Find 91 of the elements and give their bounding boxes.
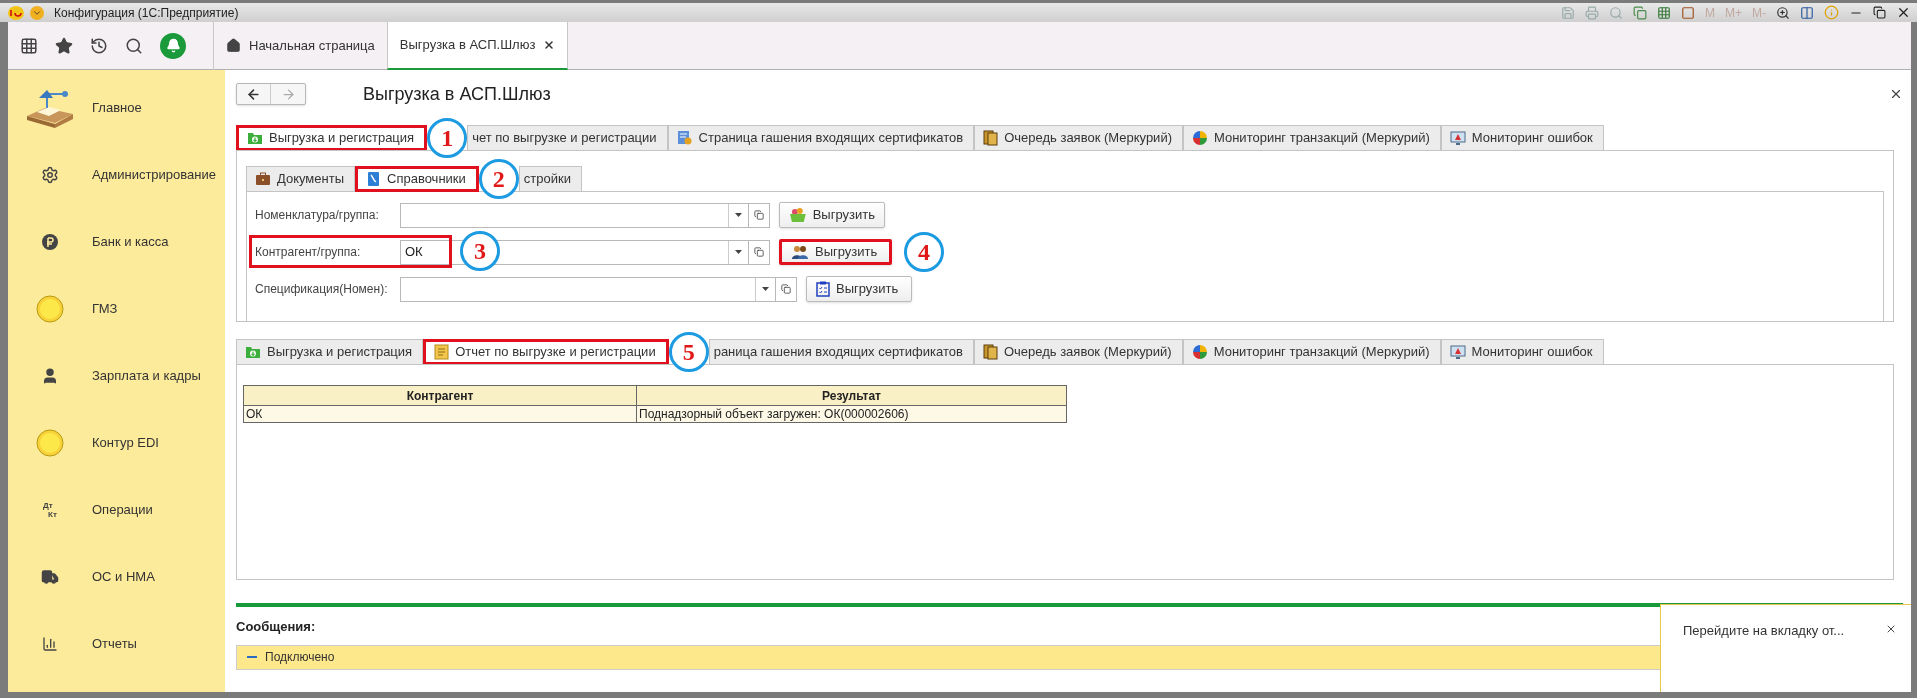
tab[interactable]: Очередь заявок (Меркурий) bbox=[974, 125, 1183, 151]
star-icon[interactable] bbox=[55, 36, 73, 55]
tab[interactable]: Мониторинг транзакций (Меркурий) bbox=[1183, 125, 1441, 151]
menu-button[interactable] bbox=[30, 5, 44, 20]
open-icon[interactable] bbox=[748, 239, 770, 265]
tab[interactable]: Справочники bbox=[355, 166, 479, 192]
close-icon[interactable] bbox=[1896, 5, 1911, 20]
bar-chart-icon bbox=[42, 635, 58, 652]
input-field[interactable] bbox=[400, 202, 749, 228]
book-icon bbox=[366, 171, 381, 187]
debit-credit-icon: Дт bbox=[43, 500, 57, 510]
close-icon[interactable] bbox=[543, 38, 556, 51]
coin-icon bbox=[36, 294, 64, 323]
pie-chart-icon bbox=[1191, 344, 1208, 360]
restore-icon[interactable] bbox=[1873, 6, 1886, 19]
step-number: 4 bbox=[904, 232, 944, 272]
close-icon[interactable] bbox=[1889, 87, 1903, 101]
open-icon[interactable] bbox=[775, 276, 797, 302]
column-header: Контрагент bbox=[243, 385, 637, 406]
tab[interactable]: Отчет по выгрузке и регистрации bbox=[423, 339, 669, 365]
sidebar-item[interactable]: Отчеты bbox=[92, 633, 137, 654]
sidebar-item[interactable]: ГМЗ bbox=[92, 298, 118, 319]
page-tab[interactable]: Выгрузка в АСП.Шлюз bbox=[386, 21, 569, 70]
step-number: 1 bbox=[427, 118, 468, 158]
step-number: 3 bbox=[460, 231, 500, 271]
truck-icon bbox=[41, 567, 59, 586]
input-field[interactable] bbox=[400, 276, 776, 302]
coin-icon bbox=[36, 428, 64, 457]
tab[interactable]: Выгрузка и регистрация bbox=[236, 339, 424, 365]
step-number: 5 bbox=[668, 332, 709, 372]
upload-button[interactable]: Выгрузить bbox=[779, 202, 885, 228]
tab[interactable]: Очередь заявок (Меркурий) bbox=[973, 339, 1183, 365]
sidebar-item[interactable]: Операции bbox=[92, 499, 153, 520]
app-logo-icon bbox=[8, 5, 24, 20]
ledger-icon bbox=[983, 130, 999, 146]
open-icon[interactable] bbox=[748, 202, 770, 228]
page-tab[interactable]: Начальная страница bbox=[213, 21, 387, 70]
sidebar-item[interactable]: Банк и касса bbox=[92, 231, 169, 252]
upload-button[interactable]: Выгрузить bbox=[779, 239, 892, 265]
tab[interactable]: Выгрузка и регистрация bbox=[236, 125, 428, 151]
search-icon[interactable] bbox=[125, 36, 143, 55]
column-header: Результат bbox=[636, 385, 1067, 406]
field-label: Номенклатура/группа: bbox=[255, 207, 380, 224]
messages-title: Сообщения: bbox=[236, 618, 316, 636]
print-icon[interactable] bbox=[1585, 5, 1599, 20]
window-title: Конфигурация (1С:Предприятие) bbox=[54, 4, 239, 22]
people-icon bbox=[791, 244, 809, 260]
arrow-right-icon bbox=[280, 86, 296, 102]
close-icon[interactable] bbox=[1885, 623, 1897, 635]
panel-icon[interactable] bbox=[1800, 5, 1814, 20]
tab[interactable]: Мониторинг ошибок bbox=[1440, 339, 1604, 365]
clipboard-icon bbox=[816, 281, 830, 297]
sidebar-item[interactable]: ОС и НМА bbox=[92, 566, 155, 587]
notification-text: Перейдите на вкладку от... bbox=[1683, 622, 1845, 640]
monitor-icon bbox=[1449, 130, 1466, 146]
tab[interactable]: Мониторинг транзакций (Меркурий) bbox=[1182, 339, 1441, 365]
sidebar-item[interactable]: Главное bbox=[92, 97, 142, 118]
apps-icon[interactable] bbox=[20, 36, 38, 55]
monitor-icon bbox=[1449, 344, 1466, 360]
ruble-coin-icon bbox=[42, 233, 58, 250]
tab[interactable]: чет по выгрузке и регистрации bbox=[467, 125, 668, 151]
step-number: 2 bbox=[478, 159, 519, 199]
tab[interactable]: раница гашения входящих сертификатов bbox=[708, 339, 974, 365]
message-text: Подключено bbox=[265, 649, 335, 666]
form-title: Выгрузка в АСП.Шлюз bbox=[363, 82, 551, 106]
sidebar-item[interactable]: Зарплата и кадры bbox=[92, 365, 201, 386]
sidebar-item[interactable]: Контур EDI bbox=[92, 432, 159, 453]
basket-icon bbox=[789, 207, 807, 223]
folder-icon bbox=[247, 131, 263, 145]
save-icon[interactable] bbox=[1561, 5, 1575, 20]
ledger-icon bbox=[982, 344, 998, 360]
folder-icon bbox=[245, 345, 261, 359]
upload-button[interactable]: Выгрузить bbox=[806, 276, 912, 302]
field-label: Контрагент/группа: bbox=[255, 244, 362, 261]
briefcase-icon bbox=[255, 172, 271, 186]
gear-icon bbox=[41, 165, 59, 184]
debit-credit-icon: Кт bbox=[43, 509, 57, 519]
bell-icon[interactable] bbox=[160, 32, 186, 59]
sidebar-item[interactable]: Администрирование bbox=[92, 164, 216, 185]
tab[interactable]: стройки bbox=[518, 166, 582, 192]
tab[interactable]: Документы bbox=[246, 166, 355, 192]
notebook-icon bbox=[434, 344, 450, 360]
person-icon bbox=[41, 366, 59, 385]
home-icon bbox=[226, 38, 241, 53]
certificate-icon bbox=[676, 130, 693, 146]
zoom-icon[interactable] bbox=[1776, 5, 1790, 20]
field-label: Спецификация(Номен): bbox=[255, 281, 389, 298]
pie-chart-icon bbox=[1192, 130, 1208, 146]
tab[interactable]: Страница гашения входящих сертификатов bbox=[667, 125, 975, 151]
tab[interactable]: Мониторинг ошибок bbox=[1440, 125, 1604, 151]
history-icon[interactable] bbox=[90, 36, 108, 55]
